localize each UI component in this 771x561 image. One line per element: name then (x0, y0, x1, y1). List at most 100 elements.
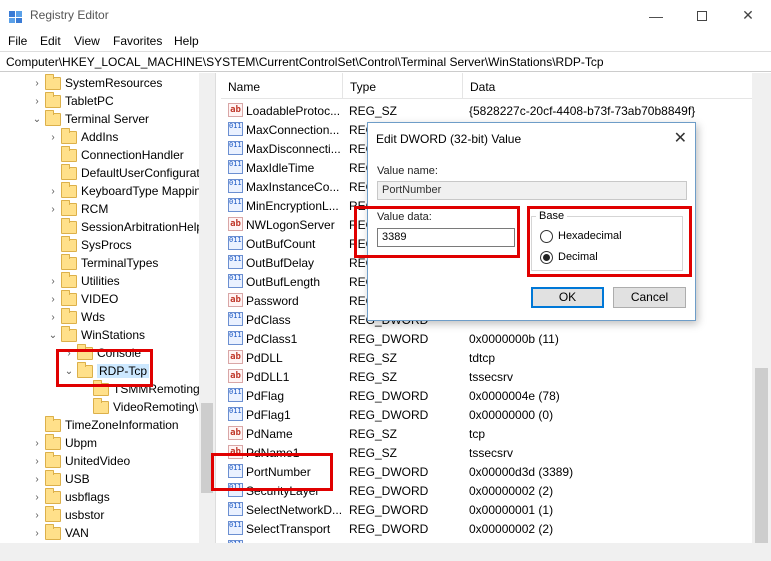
folder-icon (61, 200, 77, 216)
binary-value-icon: 011 110 (228, 198, 243, 212)
tree-item-label: TimeZoneInformation (65, 418, 179, 432)
dialog-title: Edit DWORD (32-bit) Value (376, 132, 522, 146)
ok-button[interactable]: OK (531, 287, 604, 308)
value-data: 0x00000002 (2) (469, 484, 554, 498)
expand-chevron-icon[interactable]: › (48, 312, 58, 323)
binary-value-icon: 011 110 (228, 255, 243, 269)
tree-item[interactable]: › VIDEO (0, 290, 215, 309)
tree-item[interactable]: SysProcs (0, 236, 215, 255)
tree-item[interactable]: ⌄ WinStations (0, 326, 215, 345)
tree-item[interactable]: › UnitedVideo (0, 452, 215, 471)
tree-item[interactable]: › USB (0, 470, 215, 489)
expand-chevron-icon[interactable]: › (32, 456, 42, 467)
value-row[interactable]: ab PdName REG_SZ tcp (221, 424, 753, 443)
horizontal-scrollbar[interactable] (0, 543, 771, 561)
value-row[interactable]: 011 110SelectTransport REG_DWORD 0x0000000… (221, 519, 753, 538)
tree-item[interactable]: › Ubpm (0, 434, 215, 453)
expand-chevron-icon[interactable]: › (48, 294, 58, 305)
tree-item[interactable]: › Wds (0, 308, 215, 327)
column-header-data[interactable]: Data (463, 73, 753, 98)
close-button[interactable]: ✕ (725, 0, 771, 31)
value-row[interactable]: ab PdDLL1 REG_SZ tssecsrv (221, 367, 753, 386)
binary-value-icon: 011 110 (228, 521, 243, 535)
tree-item[interactable]: › AddIns (0, 128, 215, 147)
value-row[interactable]: ab PdDLL REG_SZ tdtcp (221, 348, 753, 367)
expand-chevron-icon[interactable]: › (32, 492, 42, 503)
tree-item[interactable]: › KeyboardType Mappin (0, 182, 215, 201)
value-row[interactable]: 011 110PdClass1 REG_DWORD 0x0000000b (11) (221, 329, 753, 348)
tree-item[interactable]: › usbflags (0, 488, 215, 507)
binary-value-icon: 011 110 (228, 388, 243, 402)
expand-chevron-icon[interactable]: › (48, 276, 58, 287)
value-type: REG_DWORD (349, 389, 429, 403)
annotation-box-rdp-tcp (56, 349, 153, 387)
expand-chevron-icon[interactable]: › (32, 474, 42, 485)
folder-icon (61, 254, 77, 270)
tree-item[interactable]: SessionArbitrationHelp (0, 218, 215, 237)
minimize-icon: — (649, 7, 663, 24)
value-name: MinEncryptionL... (246, 199, 339, 213)
value-row[interactable]: ab LoadableProtoc... REG_SZ {5828227c-20cf-… (221, 101, 753, 120)
tree-item[interactable]: › TabletPC (0, 92, 215, 111)
tree-item[interactable]: ConnectionHandler (0, 146, 215, 165)
menu-edit[interactable]: Edit (40, 34, 61, 48)
tree-item[interactable]: › SystemResources (0, 74, 215, 93)
registry-editor-icon (9, 11, 22, 23)
folder-icon (61, 236, 77, 252)
values-scrollbar[interactable] (752, 73, 771, 561)
expand-chevron-icon[interactable]: › (32, 96, 42, 107)
tree-item[interactable]: TerminalTypes (0, 254, 215, 273)
folder-icon (93, 398, 109, 414)
menu-view[interactable]: View (74, 34, 100, 48)
tree-item[interactable]: › RCM (0, 200, 215, 219)
value-data: 0x00000d3d (3389) (469, 465, 574, 479)
binary-value-icon: 011 110 (228, 407, 243, 421)
menu-help[interactable]: Help (174, 34, 199, 48)
tree-item[interactable]: TimeZoneInformation (0, 416, 215, 435)
maximize-icon (697, 10, 707, 21)
cancel-button[interactable]: Cancel (613, 287, 686, 308)
value-name: OutBufLength (246, 275, 321, 289)
tree-item-label: TerminalTypes (81, 256, 159, 270)
menu-file[interactable]: File (8, 34, 27, 48)
tree-item[interactable]: › VAN (0, 524, 215, 543)
expand-chevron-icon[interactable]: › (48, 204, 58, 215)
value-data: 0x00000002 (2) (469, 522, 554, 536)
tree-item[interactable]: DefaultUserConfigurat (0, 164, 215, 183)
value-row[interactable]: 011 110PdFlag1 REG_DWORD 0x00000000 (0) (221, 405, 753, 424)
expand-chevron-icon[interactable]: › (48, 132, 58, 143)
value-row[interactable]: 011 110PdFlag REG_DWORD 0x0000004e (78) (221, 386, 753, 405)
close-icon: ✕ (742, 7, 754, 23)
collapse-chevron-icon[interactable]: ⌄ (32, 114, 42, 125)
maximize-button[interactable] (679, 0, 725, 31)
folder-icon (61, 290, 77, 306)
address-bar[interactable]: Computer\HKEY_LOCAL_MACHINE\SYSTEM\Curre… (0, 51, 771, 72)
column-header-type[interactable]: Type (343, 73, 463, 98)
minimize-button[interactable]: — (633, 0, 679, 31)
tree-item[interactable]: › usbstor (0, 506, 215, 525)
value-type: REG_SZ (349, 351, 398, 365)
expand-chevron-icon[interactable]: › (32, 78, 42, 89)
value-type: REG_SZ (349, 370, 398, 384)
menu-favorites[interactable]: Favorites (113, 34, 162, 48)
tree-item[interactable]: ⌄ Terminal Server (0, 110, 215, 129)
expand-chevron-icon[interactable]: › (32, 438, 42, 449)
value-name: SelectNetworkD... (246, 503, 341, 517)
tree-item[interactable]: › Utilities (0, 272, 215, 291)
folder-icon (61, 164, 77, 180)
tree-item[interactable]: VideoRemoting\ (0, 398, 215, 417)
expand-chevron-icon[interactable]: › (32, 510, 42, 521)
value-data: 0x00000001 (1) (469, 503, 554, 517)
dialog-close-icon[interactable]: ✕ (674, 128, 687, 148)
tree-item-label: usbflags (65, 490, 110, 504)
value-row[interactable]: 011 110SelectNetworkD... REG_DWORD 0x00000… (221, 500, 753, 519)
values-scroll-thumb[interactable] (755, 368, 768, 561)
annotation-box-base (527, 206, 692, 277)
column-header-name[interactable]: Name (221, 73, 343, 98)
collapse-chevron-icon[interactable]: ⌄ (48, 330, 58, 341)
binary-value-icon: 011 110 (228, 274, 243, 288)
folder-icon (45, 524, 61, 540)
tree-item-label: SysProcs (81, 238, 132, 252)
expand-chevron-icon[interactable]: › (48, 186, 58, 197)
expand-chevron-icon[interactable]: › (32, 528, 42, 539)
